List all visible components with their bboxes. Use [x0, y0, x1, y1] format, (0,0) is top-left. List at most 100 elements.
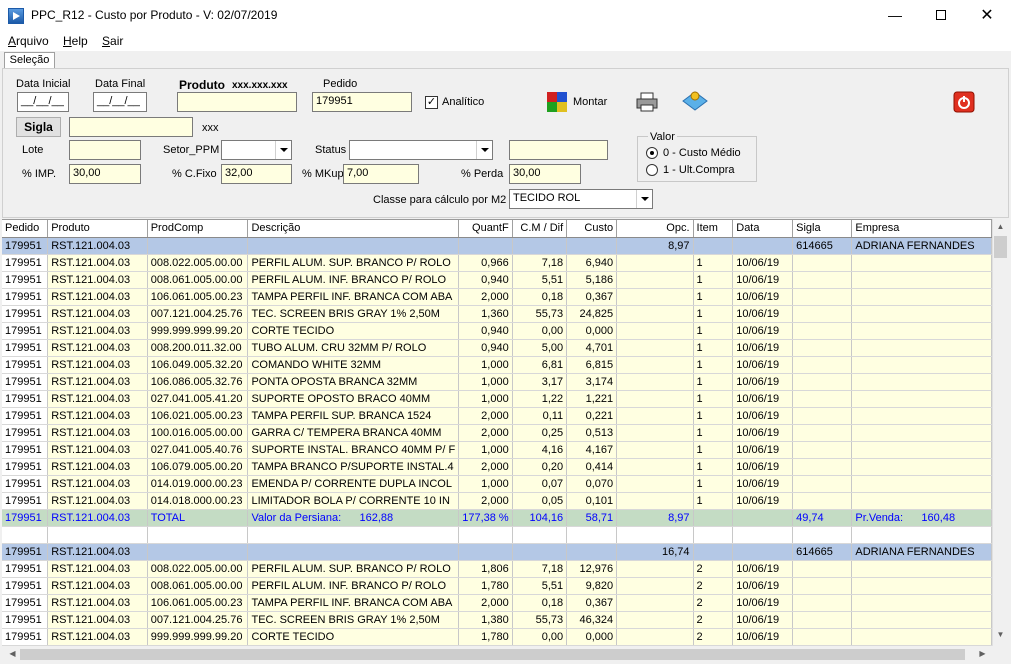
menu-sair[interactable]: Sair	[102, 34, 123, 48]
minimize-icon[interactable]: —	[872, 0, 918, 31]
menu-arquivo[interactable]: Arquivo	[8, 34, 49, 48]
lote-field[interactable]	[69, 140, 141, 160]
table-cell	[851, 628, 992, 646]
table-cell: 10/06/19	[732, 611, 794, 629]
imp-field[interactable]: 30,00	[69, 164, 141, 184]
table-cell: 106.049.005.32.20	[147, 356, 249, 374]
analitico-checkbox[interactable]: ✓	[425, 96, 438, 109]
column-header[interactable]: Pedido	[2, 220, 49, 238]
valor-option-1-radio[interactable]	[646, 164, 658, 176]
table-row[interactable]: 179951 RST.121.004.03 027.041.005.40.76 SUP…	[2, 441, 992, 459]
table-total-row[interactable]: 179951 RST.121.004.03 TOTAL Valor da Persia…	[2, 509, 992, 527]
table-cell: 0,513	[566, 424, 618, 442]
tools-icon[interactable]	[680, 87, 710, 115]
table-row[interactable]: 179951 RST.121.004.03 027.041.005.41.20 SUP…	[2, 390, 992, 408]
chevron-down-icon[interactable]	[476, 141, 492, 159]
status-select[interactable]	[349, 140, 493, 160]
status-extra-field[interactable]	[509, 140, 608, 160]
table-row[interactable]	[2, 526, 992, 544]
table-cell: 0,070	[566, 475, 618, 493]
scroll-down-icon[interactable]: ▼	[992, 630, 1009, 639]
horizontal-scroll-thumb[interactable]	[20, 649, 965, 660]
column-header[interactable]: ProdComp	[147, 220, 249, 238]
table-cell	[616, 458, 694, 476]
perda-field[interactable]: 30,00	[509, 164, 581, 184]
table-cell: SUPORTE OPOSTO BRACO 40MM	[247, 390, 460, 408]
column-header[interactable]: Sigla	[792, 220, 853, 238]
table-cell: 10/06/19	[732, 594, 794, 612]
table-cell: 179951	[2, 356, 49, 374]
table-cell: 3,174	[566, 373, 618, 391]
montar-icon[interactable]	[546, 91, 568, 113]
table-row[interactable]: 179951 RST.121.004.03 106.061.005.00.23 TAM…	[2, 288, 992, 306]
valor-option-0-radio[interactable]	[646, 147, 658, 159]
table-row[interactable]: 179951 RST.121.004.03 008.200.011.32.00 TUB…	[2, 339, 992, 357]
chevron-down-icon[interactable]	[636, 190, 652, 208]
column-header[interactable]: Opc.	[616, 220, 694, 238]
table-group-row[interactable]: 179951 RST.121.004.03 16,74 614665 ADRIANA F…	[2, 543, 992, 561]
table-row[interactable]: 179951 RST.121.004.03 999.999.999.99.20 COR…	[2, 628, 992, 646]
classe-value: TECIDO ROL	[513, 192, 581, 204]
table-group-row[interactable]: 179951 RST.121.004.03 8,97 614665 ADRIANA FE…	[2, 237, 992, 255]
results-grid[interactable]: Pedido Produto ProdComp Descrição QuantF C.M …	[2, 219, 992, 646]
table-cell: 1,000	[458, 373, 513, 391]
table-cell	[616, 475, 694, 493]
table-row[interactable]: 179951 RST.121.004.03 106.079.005.00.20 TAM…	[2, 458, 992, 476]
scroll-up-icon[interactable]: ▲	[992, 222, 1009, 231]
table-row[interactable]: 179951 RST.121.004.03 106.086.005.32.76 PON…	[2, 373, 992, 391]
table-cell: 1	[693, 390, 734, 408]
tab-selecao[interactable]: Seleção	[4, 52, 55, 69]
table-row[interactable]: 179951 RST.121.004.03 999.999.999.99.20 COR…	[2, 322, 992, 340]
column-header[interactable]: Item	[693, 220, 734, 238]
table-cell: 16,74	[616, 543, 694, 561]
sigla-field[interactable]	[69, 117, 193, 137]
table-cell: 10/06/19	[732, 339, 794, 357]
vertical-scroll-thumb[interactable]	[994, 236, 1007, 258]
table-cell: RST.121.004.03	[47, 492, 148, 510]
table-cell	[616, 407, 694, 425]
column-header[interactable]: Custo	[566, 220, 618, 238]
column-header[interactable]: Empresa	[851, 220, 992, 238]
table-row[interactable]: 179951 RST.121.004.03 106.021.005.00.23 TAM…	[2, 407, 992, 425]
maximize-icon[interactable]	[918, 0, 964, 31]
column-header[interactable]: Produto	[47, 220, 148, 238]
table-cell: 1,000	[458, 390, 513, 408]
table-row[interactable]: 179951 RST.121.004.03 100.016.005.00.00 GAR…	[2, 424, 992, 442]
table-row[interactable]: 179951 RST.121.004.03 008.022.005.00.00 PER…	[2, 560, 992, 578]
table-cell: 5,186	[566, 271, 618, 289]
scroll-left-icon[interactable]: ◀	[4, 649, 21, 658]
close-icon[interactable]: ✕	[964, 0, 1010, 31]
power-icon[interactable]	[953, 91, 975, 113]
column-header[interactable]: Descrição	[247, 220, 460, 238]
table-cell: 5,51	[512, 271, 568, 289]
scroll-right-icon[interactable]: ▶	[974, 649, 991, 658]
produto-field[interactable]	[177, 92, 297, 112]
pedido-field[interactable]: 179951	[312, 92, 412, 112]
mkup-field[interactable]: 7,00	[343, 164, 419, 184]
table-row[interactable]: 179951 RST.121.004.03 007.121.004.25.76 TEC…	[2, 611, 992, 629]
menu-help[interactable]: Help	[63, 34, 88, 48]
table-row[interactable]: 179951 RST.121.004.03 106.061.005.00.23 TAM…	[2, 594, 992, 612]
chevron-down-icon[interactable]	[275, 141, 291, 159]
setor-select[interactable]	[221, 140, 292, 160]
classe-select[interactable]: TECIDO ROL	[509, 189, 653, 209]
vertical-scrollbar[interactable]	[992, 219, 1009, 646]
column-header[interactable]: Data	[732, 220, 794, 238]
printer-icon[interactable]	[636, 91, 658, 113]
table-row[interactable]: 179951 RST.121.004.03 008.061.005.00.00 PER…	[2, 271, 992, 289]
table-row[interactable]: 179951 RST.121.004.03 008.061.005.00.00 PER…	[2, 577, 992, 595]
cfixo-field[interactable]: 32,00	[221, 164, 292, 184]
table-row[interactable]: 179951 RST.121.004.03 014.019.000.00.23 EME…	[2, 475, 992, 493]
table-cell: 55,73	[512, 305, 568, 323]
table-row[interactable]: 179951 RST.121.004.03 106.049.005.32.20 COM…	[2, 356, 992, 374]
column-header[interactable]: C.M / Dif	[512, 220, 568, 238]
table-row[interactable]: 179951 RST.121.004.03 007.121.004.25.76 TEC…	[2, 305, 992, 323]
column-header[interactable]: QuantF	[458, 220, 513, 238]
table-row[interactable]: 179951 RST.121.004.03 014.018.000.00.23 LIM…	[2, 492, 992, 510]
table-row[interactable]: 179951 RST.121.004.03 008.022.005.00.00 PER…	[2, 254, 992, 272]
table-cell	[851, 526, 992, 544]
data-final-field[interactable]: __/__/__	[93, 92, 147, 112]
sigla-button[interactable]: Sigla	[16, 117, 61, 137]
montar-button-label[interactable]: Montar	[573, 96, 607, 108]
data-inicial-field[interactable]: __/__/__	[17, 92, 69, 112]
